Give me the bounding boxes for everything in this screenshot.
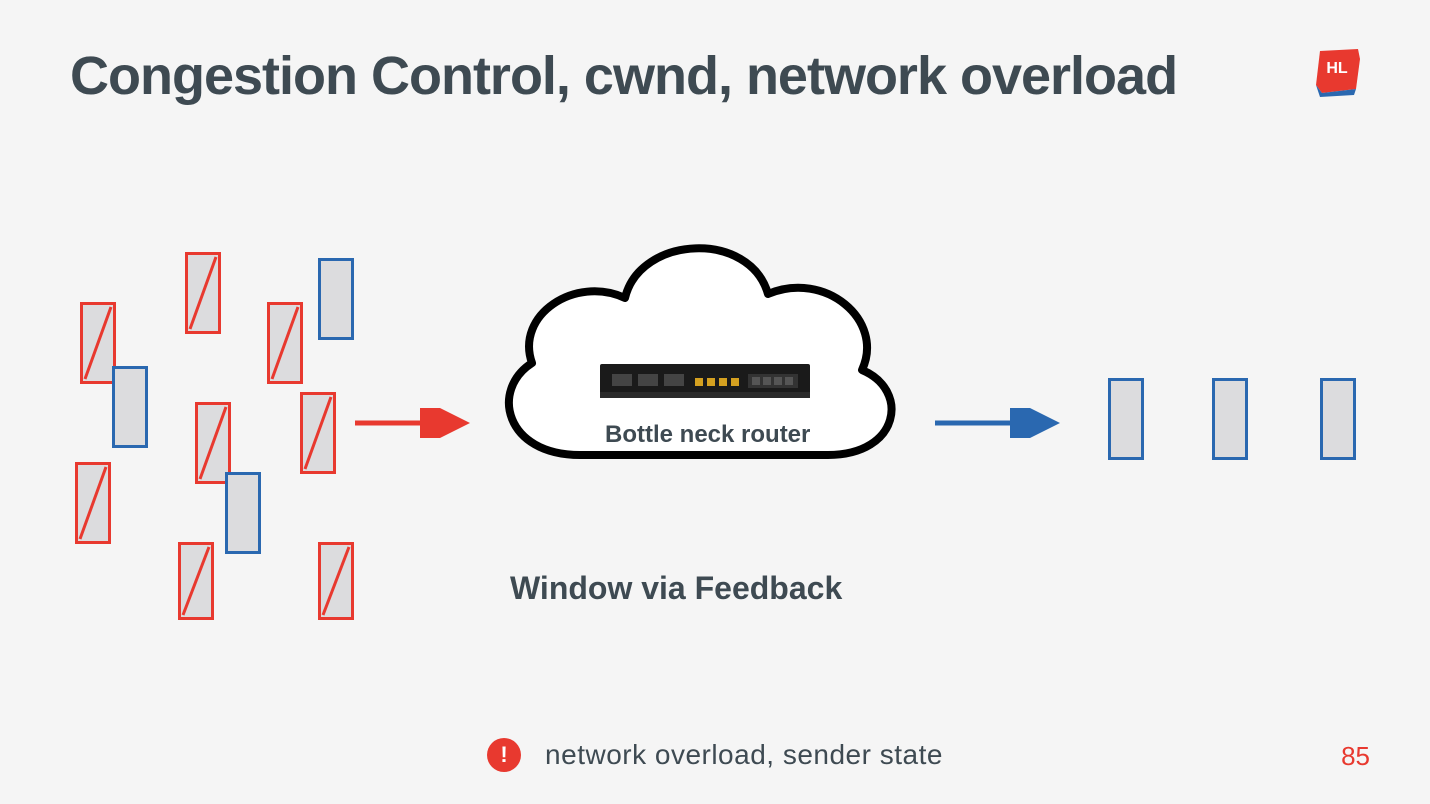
router-label: Bottle neck router	[605, 421, 810, 449]
blue-packet	[112, 366, 148, 448]
red-packet	[318, 542, 354, 620]
alert-icon: !	[487, 738, 521, 772]
slide-title: Congestion Control, cwnd, network overlo…	[70, 45, 1177, 107]
logo-text: HL	[1326, 60, 1348, 77]
red-packet	[178, 542, 214, 620]
red-packet	[185, 252, 221, 334]
hl-logo: HL	[1310, 45, 1365, 100]
router-device-icon	[600, 356, 810, 408]
blue-packet	[1320, 378, 1356, 460]
red-packet	[267, 302, 303, 384]
arrow-in-red	[350, 408, 480, 438]
blue-packet	[318, 258, 354, 340]
arrow-out-blue	[930, 408, 1070, 438]
feedback-label: Window via Feedback	[510, 570, 842, 607]
cloud-network	[470, 200, 920, 510]
page-number: 85	[1341, 741, 1370, 772]
footer-text: network overload, sender state	[545, 739, 943, 771]
red-packet	[80, 302, 116, 384]
blue-packet	[225, 472, 261, 554]
red-packet	[300, 392, 336, 474]
footer-note: ! network overload, sender state	[0, 738, 1430, 772]
blue-packet	[1212, 378, 1248, 460]
blue-packet	[1108, 378, 1144, 460]
red-packet	[75, 462, 111, 544]
